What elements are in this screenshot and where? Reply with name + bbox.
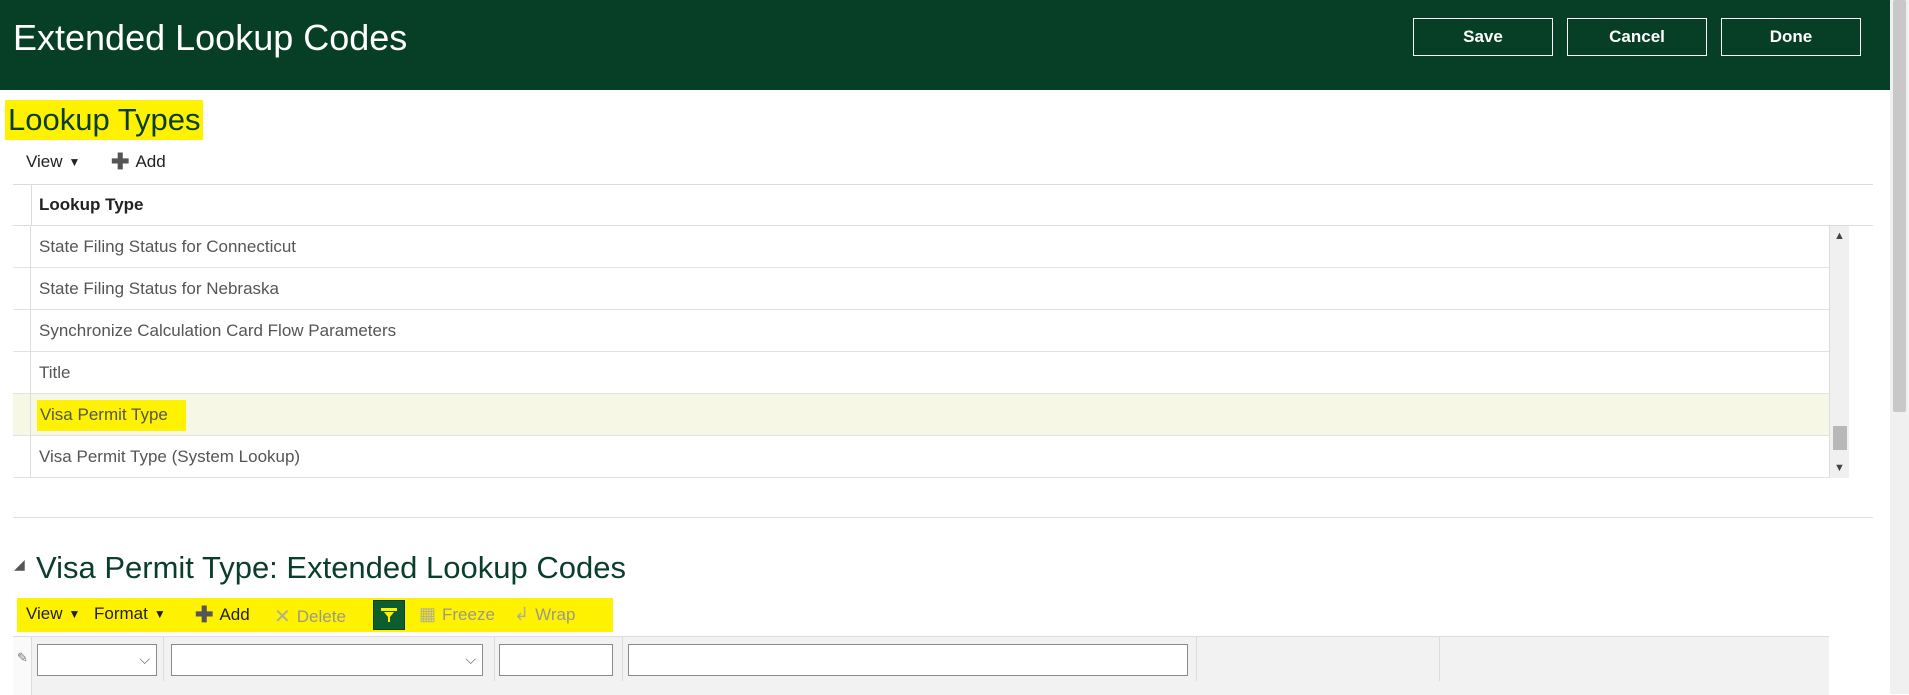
filter-cell: ⌵: [163, 637, 495, 681]
row-label: Title: [39, 363, 71, 382]
codes-section-heading: Visa Permit Type: Extended Lookup Codes: [36, 550, 626, 585]
table-row[interactable]: State Filing Status for Nebraska: [13, 268, 1829, 310]
delete-button[interactable]: ✕ Delete: [274, 604, 346, 629]
chevron-down-icon: ⌵: [465, 651, 476, 667]
table-row[interactable]: Title: [13, 352, 1829, 394]
row-gutter: [13, 436, 31, 478]
codes-view-menu[interactable]: View ▼: [26, 604, 80, 624]
lookup-types-table: Lookup Type State Filing Status for Conn…: [13, 184, 1873, 478]
freeze-icon: ▦: [419, 604, 437, 624]
filter-cell: ⌵: [31, 637, 164, 681]
row-label: State Filing Status for Nebraska: [39, 279, 280, 298]
row-label: Synchronize Calculation Card Flow Parame…: [39, 321, 397, 340]
done-button[interactable]: Done: [1721, 18, 1861, 56]
row-gutter: [13, 352, 31, 394]
filter-text-1[interactable]: [499, 644, 613, 676]
caret-down-icon: ▼: [68, 155, 81, 169]
row-label: Visa Permit Type (System Lookup): [39, 447, 301, 466]
table-header: Lookup Type: [13, 184, 1873, 226]
query-by-example-button[interactable]: [373, 600, 405, 630]
add-code-button[interactable]: ✚ Add: [195, 604, 250, 626]
chevron-down-icon: ⌵: [139, 651, 150, 667]
wrap-label: Wrap: [535, 604, 576, 624]
format-menu[interactable]: Format ▼: [94, 604, 166, 624]
table-row[interactable]: Synchronize Calculation Card Flow Parame…: [13, 310, 1829, 352]
delete-label: Delete: [296, 606, 346, 626]
lookup-types-heading: Lookup Types: [5, 100, 204, 140]
cancel-button[interactable]: Cancel: [1567, 18, 1707, 56]
row-gutter: ✎: [13, 637, 32, 695]
view-menu-label: View: [26, 152, 63, 171]
add-label: Add: [219, 605, 250, 624]
wrap-button[interactable]: ↲ Wrap: [514, 604, 575, 625]
wrap-icon: ↲: [514, 604, 530, 624]
view-menu-label: View: [26, 604, 63, 623]
table-row-selected[interactable]: Visa Permit Type: [13, 394, 1829, 436]
caret-down-icon: ▼: [153, 607, 166, 621]
page-title: Extended Lookup Codes: [13, 17, 408, 58]
format-menu-label: Format: [94, 604, 148, 623]
save-button[interactable]: Save: [1413, 18, 1553, 56]
add-label: Add: [135, 152, 166, 171]
view-menu[interactable]: View ▼: [26, 152, 80, 172]
filter-select-2[interactable]: ⌵: [171, 644, 483, 676]
table-row[interactable]: State Filing Status for Connecticut: [13, 226, 1829, 268]
add-lookup-type-button[interactable]: ✚ Add: [111, 151, 166, 173]
scroll-up-icon[interactable]: ▲: [1834, 230, 1845, 242]
row-gutter: [13, 394, 31, 436]
row-gutter: [13, 310, 31, 352]
plus-icon: ✚: [111, 149, 130, 174]
caret-down-icon: ▼: [68, 607, 81, 621]
table-scrollbar-thumb[interactable]: [1833, 426, 1847, 450]
delete-x-icon: ✕: [274, 606, 291, 628]
page-scrollbar-thumb[interactable]: [1893, 0, 1906, 412]
row-gutter-header: [13, 185, 32, 225]
row-gutter: [13, 226, 31, 268]
filter-cell-empty: [1439, 637, 1829, 681]
filter-cell-empty: [1196, 637, 1440, 681]
row-label: State Filing Status for Connecticut: [39, 237, 297, 256]
filter-text-2[interactable]: [628, 644, 1188, 676]
filter-cell: [622, 637, 1197, 681]
codes-filter-row: ✎ ⌵ ⌵: [13, 636, 1829, 695]
table-row[interactable]: Visa Permit Type (System Lookup): [13, 436, 1829, 478]
plus-icon: ✚: [195, 602, 214, 627]
section-divider: [13, 517, 1873, 518]
page-header: Extended Lookup Codes Save Cancel Done: [0, 0, 1890, 90]
filter-cell: [494, 637, 623, 681]
edit-pencil-icon: ✎: [17, 650, 28, 665]
filter-icon: [381, 608, 397, 622]
scroll-down-icon[interactable]: ▼: [1834, 462, 1845, 474]
collapse-triangle-icon[interactable]: ◢: [14, 556, 25, 573]
filter-select-1[interactable]: ⌵: [37, 644, 157, 676]
freeze-button[interactable]: ▦ Freeze: [419, 604, 495, 625]
column-header-lookup-type[interactable]: Lookup Type: [39, 195, 144, 215]
table-scrollbar[interactable]: ▲ ▼: [1829, 226, 1849, 478]
row-gutter: [13, 268, 31, 310]
row-label: Visa Permit Type: [37, 400, 186, 431]
freeze-label: Freeze: [442, 604, 495, 624]
